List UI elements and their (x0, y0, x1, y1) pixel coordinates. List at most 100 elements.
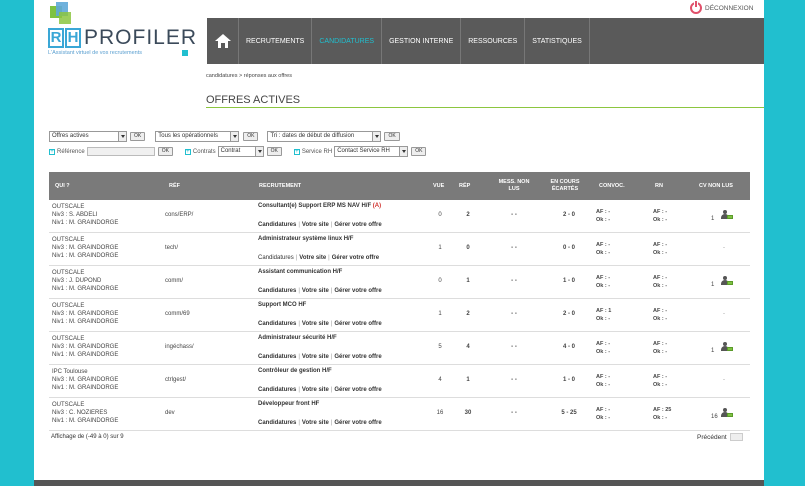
row-en-cours[interactable]: 5 - 25 (549, 410, 589, 416)
prev-arrow-icon (729, 433, 743, 441)
row-mess: - - (511, 245, 517, 251)
th-rep[interactable]: RÉP (459, 183, 470, 189)
row-rn: AF : - Ok : - (653, 307, 667, 323)
gerer-offre-link[interactable]: Gérer votre offre (334, 288, 381, 294)
nav-item-ressources[interactable]: RESSOURCES (461, 18, 526, 64)
candidatures-link[interactable]: Candidatures (258, 420, 296, 426)
row-rep[interactable]: 30 (461, 410, 475, 416)
row-mess: - - (511, 278, 517, 284)
operationnels-ok-button[interactable]: OK (243, 132, 259, 141)
row-rep[interactable]: 2 (461, 212, 475, 218)
candidatures-link[interactable]: Candidatures (258, 321, 296, 327)
row-niv1: Niv1 : M. GRAINDORGE (52, 220, 119, 226)
logo[interactable]: R H PROFILER L'Assistant virtuel de vos … (48, 2, 198, 58)
row-cv[interactable]: 16 (711, 406, 741, 422)
service-plus-icon[interactable]: + (293, 148, 300, 155)
row-title[interactable]: Administrateur sécurité H/F (258, 335, 337, 341)
candidatures-link[interactable]: Candidatures (258, 354, 296, 360)
offers-table: QUI ? RÉF RECRUTEMENT VUE RÉP MESS. NON … (49, 172, 750, 431)
row-rn-ok: Ok : - (653, 349, 668, 355)
row-cv[interactable]: 1 (711, 274, 741, 290)
home-button[interactable] (207, 18, 239, 64)
home-icon (214, 34, 231, 48)
row-convoc-ok: Ok : - (596, 382, 611, 388)
contrats-select[interactable]: Contrat (217, 146, 264, 157)
tri-select[interactable]: Tri : dates de début de diffusion (267, 131, 382, 142)
site-link[interactable]: Votre site (302, 288, 329, 294)
contrats-label: Contrats (192, 148, 216, 155)
row-title[interactable]: Support MCO HF (258, 302, 306, 308)
row-cv[interactable]: 1 (711, 340, 741, 356)
table-row: OUTSCALE Niv3 : C. NOZIERES Niv1 : M. GR… (49, 398, 750, 431)
th-convoc[interactable]: CONVOC. (599, 183, 625, 189)
row-en-cours[interactable]: 2 - 0 (549, 311, 589, 317)
row-title[interactable]: Développeur front HF (258, 401, 319, 407)
status-select[interactable]: Offres actives (49, 131, 127, 142)
row-rep[interactable]: 1 (461, 377, 475, 383)
reference-input[interactable] (86, 147, 155, 156)
th-vue[interactable]: VUE (433, 183, 444, 189)
site-link[interactable]: Votre site (299, 255, 326, 261)
row-title[interactable]: Contrôleur de gestion H/F (258, 368, 332, 374)
candidatures-link[interactable]: Candidatures (258, 222, 296, 228)
table-row: IPC Toulouse Niv3 : M. GRAINDORGE Niv1 :… (49, 365, 750, 398)
logout-button[interactable]: DÉCONNEXION (690, 1, 753, 14)
gerer-offre-link[interactable]: Gérer votre offre (334, 420, 381, 426)
nav-item-candidatures[interactable]: CANDIDATURES (312, 18, 383, 64)
row-rep[interactable]: 0 (461, 245, 475, 251)
logo-letter-r: R (48, 28, 64, 48)
row-en-cours[interactable]: 0 - 0 (549, 245, 589, 251)
row-niv1: Niv1 : M. GRAINDORGE (52, 319, 119, 325)
site-link[interactable]: Votre site (302, 222, 329, 228)
row-niv1: Niv1 : M. GRAINDORGE (52, 286, 119, 292)
site-link[interactable]: Votre site (302, 354, 329, 360)
nav-item-statistiques[interactable]: STATISTIQUES (525, 18, 590, 64)
reference-plus-icon[interactable]: + (49, 148, 55, 155)
gerer-offre-link[interactable]: Gérer votre offre (334, 354, 381, 360)
th-recrutement[interactable]: RECRUTEMENT (259, 183, 301, 189)
breadcrumb[interactable]: candidatures > réponses aux offres (206, 73, 292, 79)
tri-ok-button[interactable]: OK (384, 132, 400, 141)
gerer-offre-link[interactable]: Gérer votre offre (334, 387, 381, 393)
site-link[interactable]: Votre site (302, 321, 329, 327)
th-mess[interactable]: MESS. NON LUS (496, 179, 532, 193)
th-rn[interactable]: RN (655, 183, 663, 189)
row-en-cours[interactable]: 1 - 0 (549, 278, 589, 284)
main-nav: RECRUTEMENTS CANDIDATURES GESTION INTERN… (207, 18, 764, 64)
row-cv[interactable]: 1 (711, 208, 741, 224)
row-rep[interactable]: 1 (461, 278, 475, 284)
operationnels-select[interactable]: Tous les opérationnels (155, 131, 240, 142)
candidatures-link[interactable]: Candidatures (258, 387, 296, 393)
row-rep[interactable]: 4 (461, 344, 475, 350)
row-vue: 0 (438, 278, 442, 284)
th-ref[interactable]: RÉF (169, 183, 180, 189)
site-link[interactable]: Votre site (302, 387, 329, 393)
service-ok-button[interactable]: OK (411, 147, 427, 156)
prev-page-button[interactable]: Précédent (697, 433, 743, 441)
row-en-cours[interactable]: 2 - 0 (549, 212, 589, 218)
candidatures-link[interactable]: Candidatures (258, 288, 296, 294)
th-cv[interactable]: CV NON LUS (699, 183, 733, 189)
row-rn: AF : - Ok : - (653, 373, 667, 389)
service-select[interactable]: Contact Service RH (334, 146, 409, 157)
row-title[interactable]: Consultant(e) Support ERP MS NAV H/F (A) (258, 203, 381, 209)
site-link[interactable]: Votre site (302, 420, 329, 426)
nav-item-recrutements[interactable]: RECRUTEMENTS (239, 18, 313, 64)
th-enc[interactable]: EN COURS ÉCARTÉS (547, 179, 583, 193)
contrats-ok-button[interactable]: OK (266, 147, 282, 156)
gerer-offre-link[interactable]: Gérer votre offre (334, 321, 381, 327)
row-en-cours[interactable]: 4 - 0 (549, 344, 589, 350)
service-label: Service RH (301, 148, 333, 155)
th-qui[interactable]: QUI ? (55, 183, 70, 189)
reference-ok-button[interactable]: OK (157, 147, 173, 156)
gerer-offre-link[interactable]: Gérer votre offre (334, 222, 381, 228)
status-ok-button[interactable]: OK (130, 132, 146, 141)
row-rep[interactable]: 2 (461, 311, 475, 317)
candidatures-link[interactable]: Candidatures (258, 255, 294, 261)
nav-item-gestion-interne[interactable]: GESTION INTERNE (382, 18, 462, 64)
gerer-offre-link[interactable]: Gérer votre offre (332, 255, 379, 261)
row-en-cours[interactable]: 1 - 0 (549, 377, 589, 383)
row-title[interactable]: Administrateur système linux H/F (258, 236, 353, 242)
contrats-plus-icon[interactable]: + (184, 148, 191, 155)
row-title[interactable]: Assistant communication H/F (258, 269, 342, 275)
